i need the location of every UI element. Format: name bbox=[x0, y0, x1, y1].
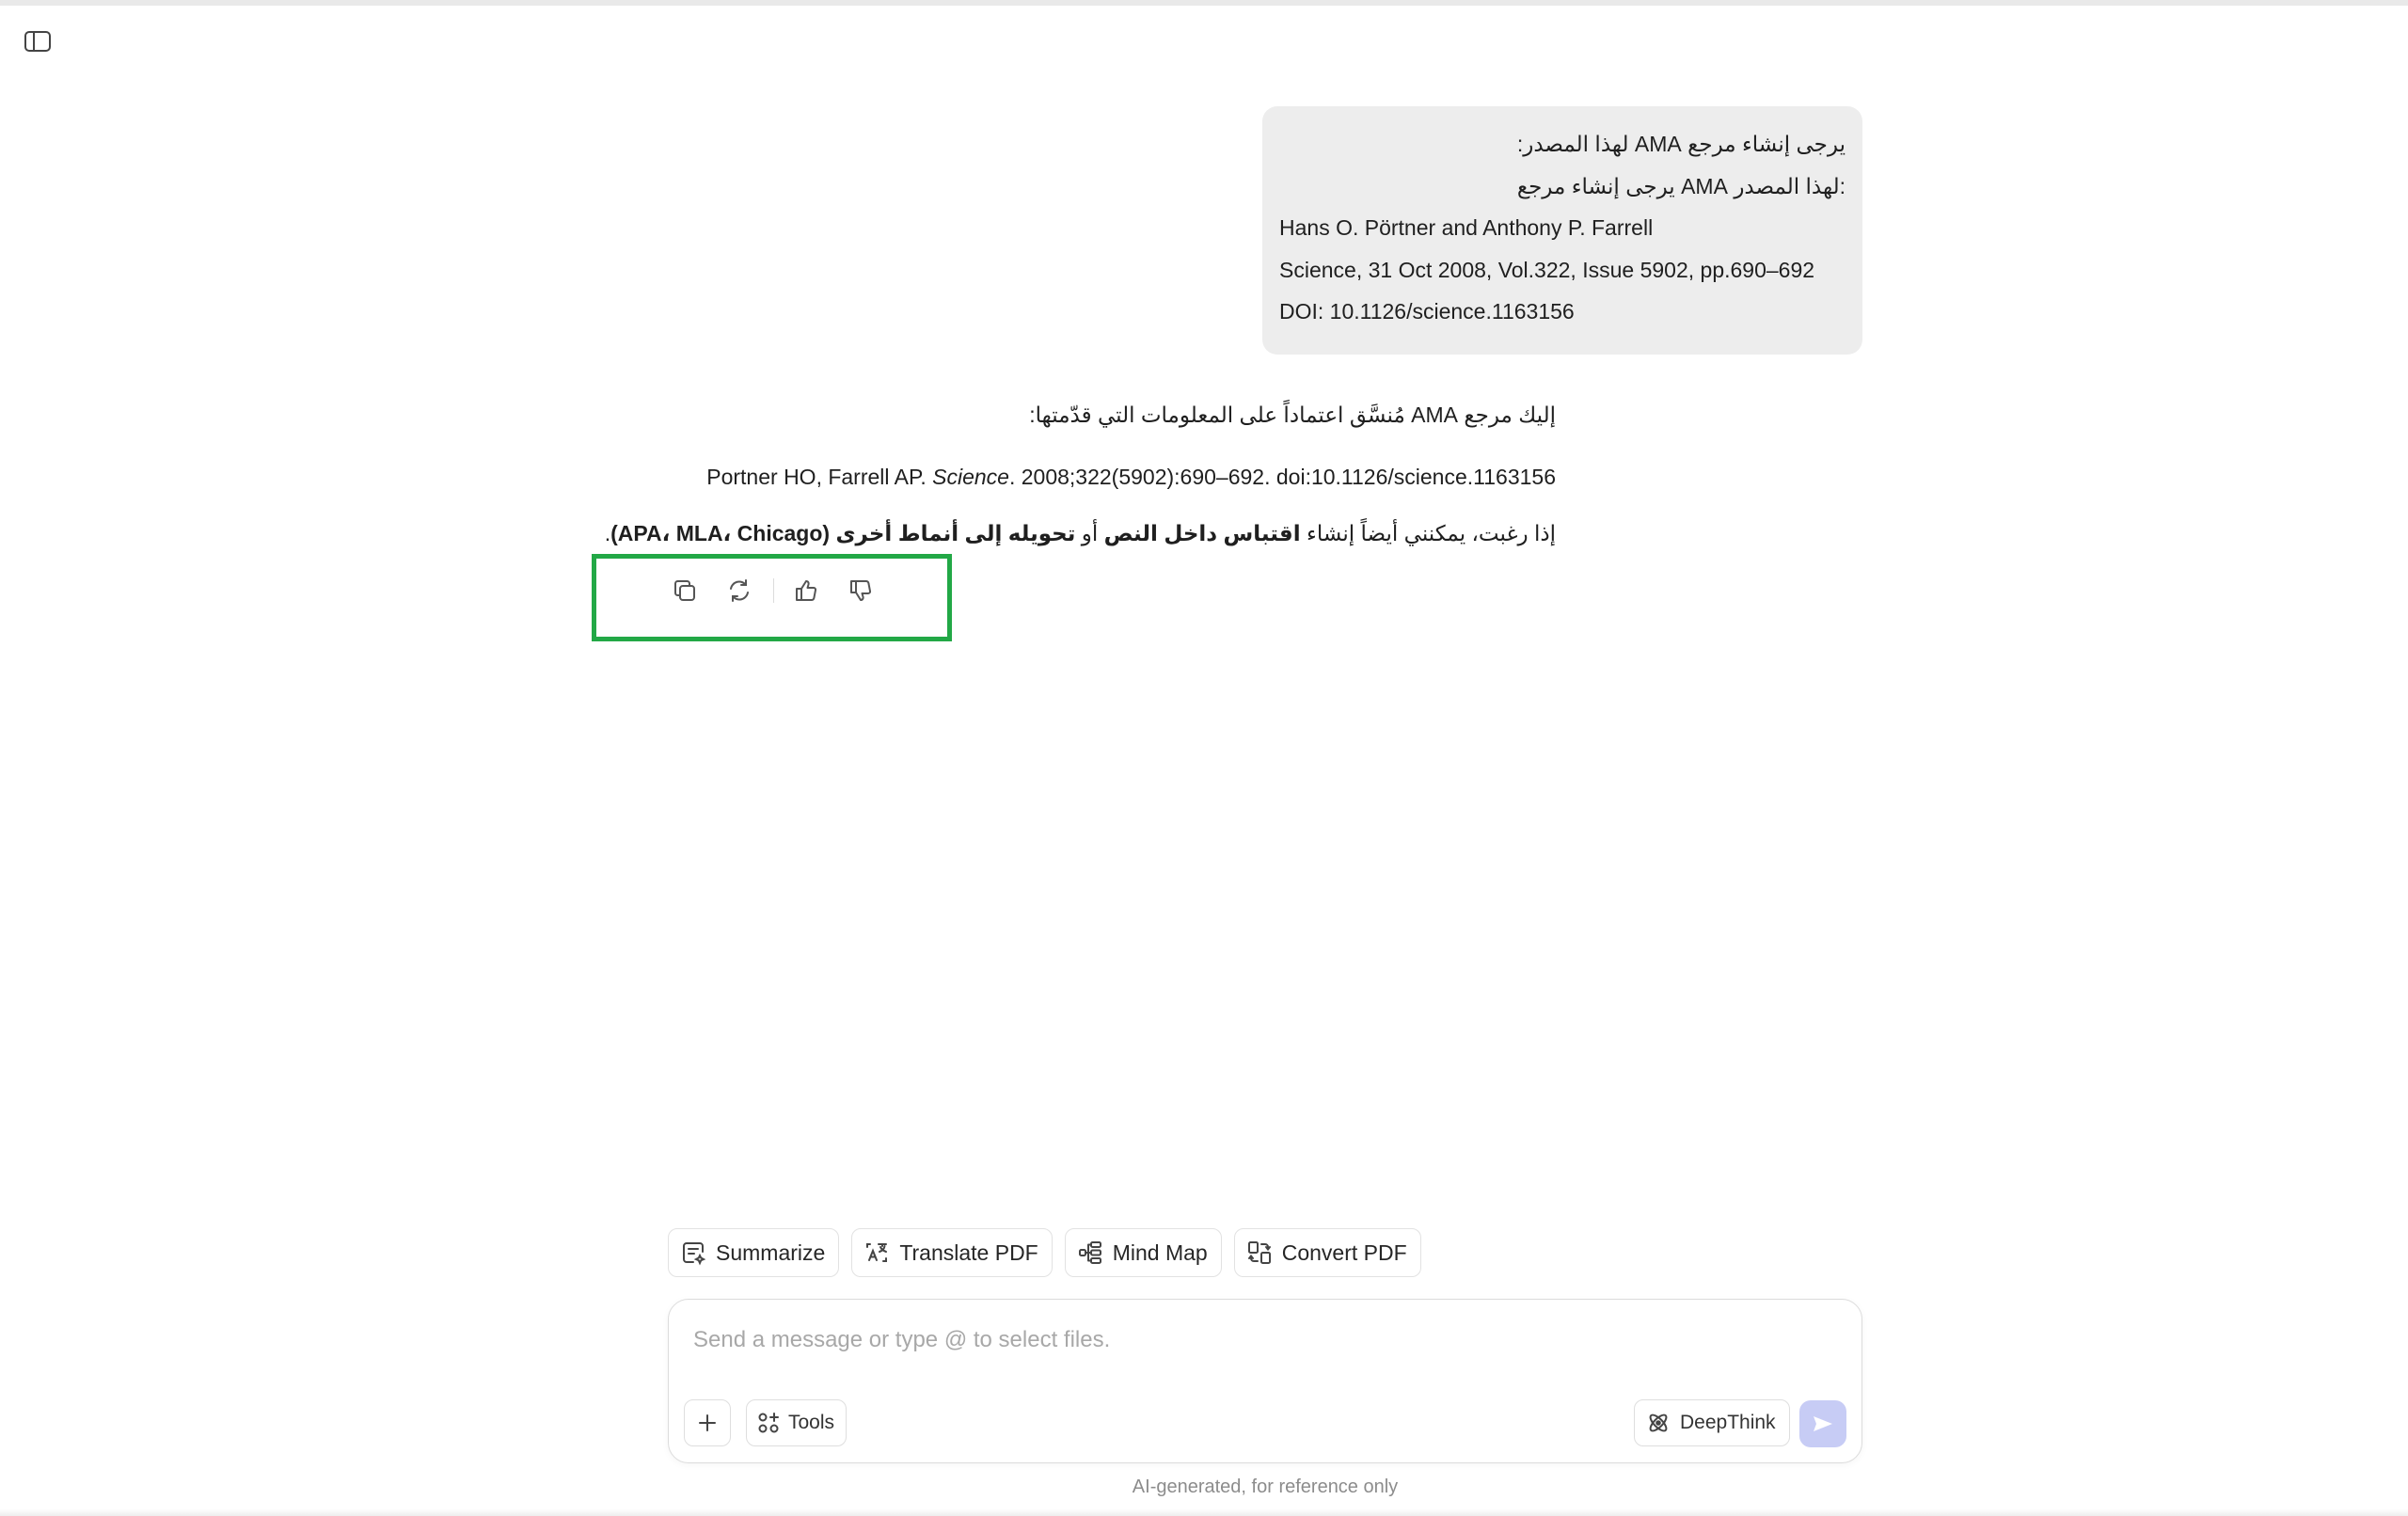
ai-disclaimer: AI-generated, for reference only bbox=[1132, 1477, 1399, 1497]
convert-icon bbox=[1247, 1241, 1271, 1264]
message-action-row bbox=[668, 574, 898, 608]
chip-label: Summarize bbox=[716, 1240, 826, 1265]
summarize-icon bbox=[683, 1242, 706, 1266]
deepthink-icon bbox=[1649, 1413, 1668, 1432]
user-message-line: يرجى إنشاء مرجع AMA لهذا المصدر: bbox=[1516, 132, 1846, 156]
chip-label: Convert PDF bbox=[1281, 1240, 1407, 1265]
user-message-line: :لهذا المصدر AMA يرجى إنشاء مرجع bbox=[1516, 173, 1846, 198]
chip-label: Translate PDF bbox=[899, 1240, 1038, 1265]
thumbs-down-icon[interactable] bbox=[844, 574, 878, 608]
followup-bold-inline-citation: اقتباس داخل النص bbox=[1103, 521, 1301, 545]
user-message-bubble: يرجى إنشاء مرجع AMA لهذا المصدر: :لهذا ا… bbox=[1262, 106, 1862, 355]
followup-text: إذا رغبت، يمكنني أيضاً إنشاء bbox=[1300, 521, 1556, 545]
deepthink-button[interactable]: DeepThink bbox=[1634, 1399, 1790, 1446]
user-message-line: DOI: 10.1126/science.1163156 bbox=[1279, 299, 1575, 324]
window-bottom-strip bbox=[0, 1508, 2408, 1516]
tools-button[interactable]: Tools bbox=[746, 1399, 848, 1446]
assistant-citation: Portner HO, Farrell AP. Science. 2008;32… bbox=[706, 465, 1556, 490]
tool-chips: Summarize Translate PDF Mind Map Convert… bbox=[668, 1228, 1421, 1277]
assistant-followup: إذا رغبت، يمكنني أيضاً إنشاء اقتباس داخل… bbox=[605, 521, 1556, 546]
thumbs-up-icon[interactable] bbox=[789, 574, 823, 608]
translate-pdf-button[interactable]: Translate PDF bbox=[851, 1228, 1053, 1277]
window-top-strip bbox=[0, 0, 2408, 6]
tools-icon bbox=[758, 1413, 779, 1433]
followup-text: أو bbox=[1075, 521, 1104, 545]
summarize-button[interactable]: Summarize bbox=[668, 1228, 840, 1277]
message-composer: Tools DeepThink bbox=[668, 1299, 1862, 1463]
send-icon bbox=[1814, 1416, 1832, 1431]
copy-icon[interactable] bbox=[668, 574, 702, 608]
citation-authors: Portner HO, Farrell AP. bbox=[706, 465, 933, 489]
assistant-intro: إليك مرجع AMA مُنسَّق اعتماداً على المعل… bbox=[1029, 403, 1556, 427]
send-button[interactable] bbox=[1799, 1400, 1846, 1447]
action-separator bbox=[773, 578, 774, 603]
followup-bold-styles: تحويله إلى أنماط أخرى (APA، MLA، Chicago… bbox=[610, 521, 1076, 545]
regenerate-icon[interactable] bbox=[722, 574, 756, 608]
deepthink-label: DeepThink bbox=[1680, 1412, 1776, 1433]
user-message-line: Science, 31 Oct 2008, Vol.322, Issue 590… bbox=[1279, 257, 1815, 282]
translate-icon bbox=[866, 1243, 888, 1262]
user-message-line: Hans O. Pörtner and Anthony P. Farrell bbox=[1279, 215, 1654, 240]
citation-details: . 2008;322(5902):690–692. doi:10.1126/sc… bbox=[1008, 465, 1556, 489]
add-attachment-button[interactable] bbox=[684, 1399, 731, 1446]
message-input[interactable] bbox=[691, 1319, 1824, 1362]
tools-label: Tools bbox=[788, 1412, 835, 1433]
citation-journal: Science bbox=[932, 465, 1009, 489]
mind-map-button[interactable]: Mind Map bbox=[1064, 1228, 1222, 1277]
sidebar-toggle-icon[interactable] bbox=[21, 26, 55, 56]
chip-label: Mind Map bbox=[1112, 1240, 1208, 1265]
convert-pdf-button[interactable]: Convert PDF bbox=[1233, 1228, 1421, 1277]
plus-icon bbox=[699, 1414, 716, 1431]
mind-map-icon bbox=[1078, 1241, 1101, 1264]
